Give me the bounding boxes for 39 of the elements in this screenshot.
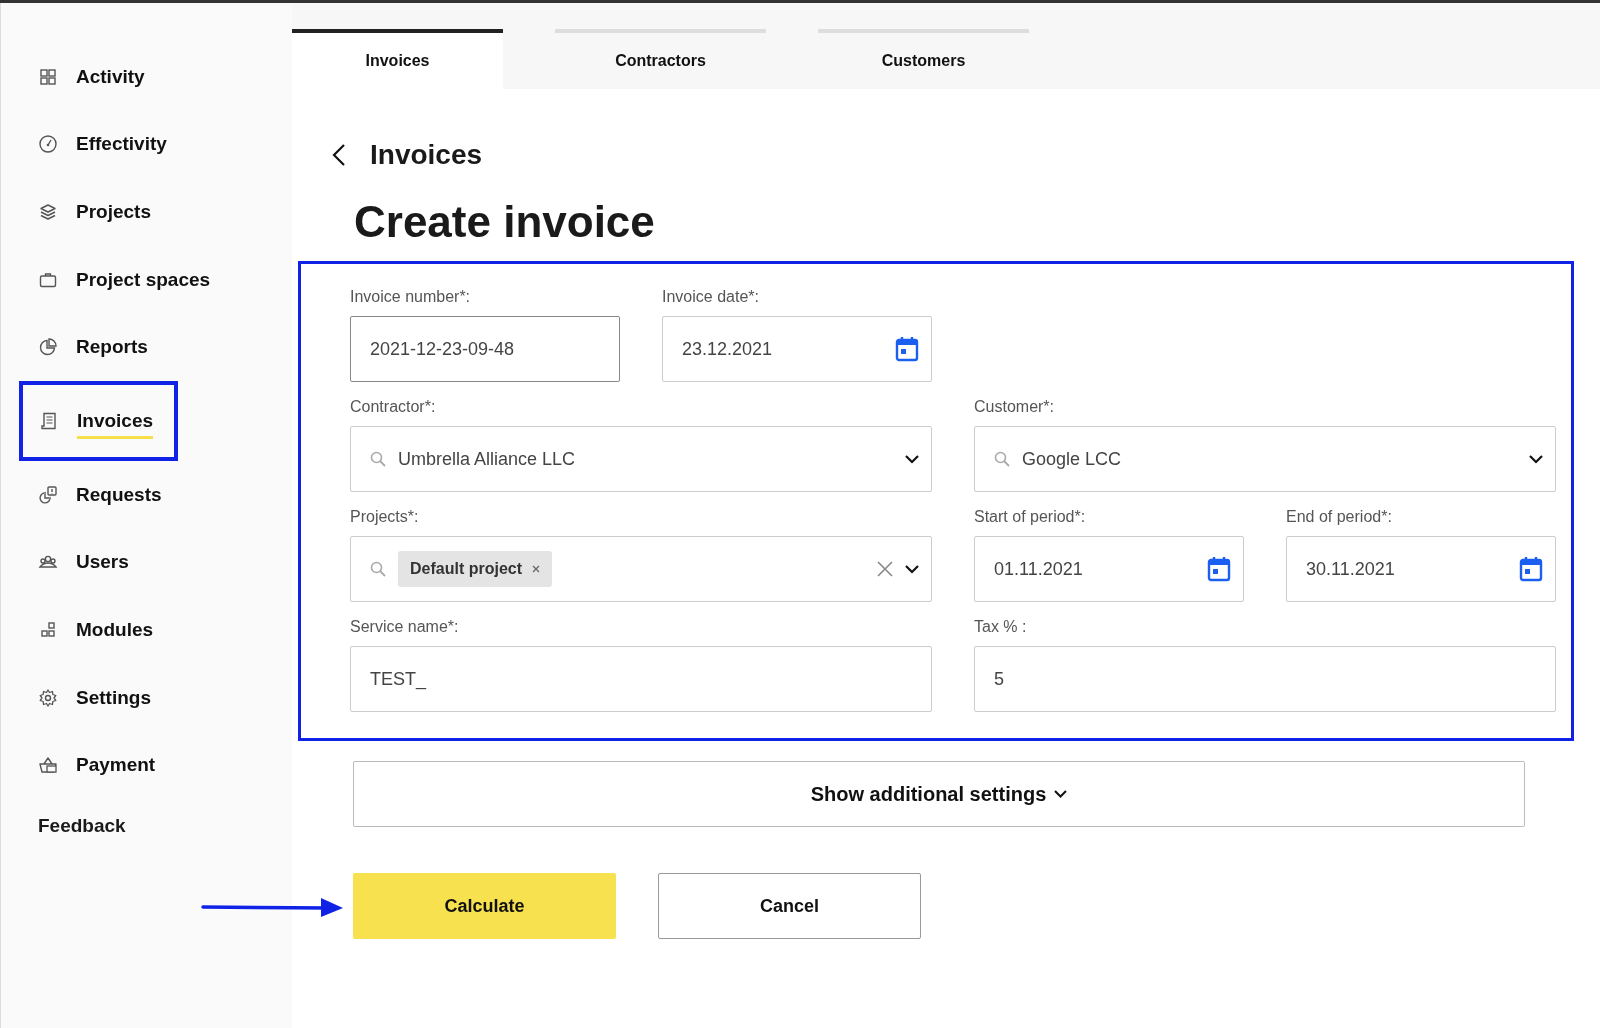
field-label: Service name*: [350,617,460,637]
breadcrumb-title: Invoices [370,139,483,171]
multiselect-field[interactable]: Default project [350,536,932,602]
text-field[interactable]: TEST_ [350,646,932,712]
additional-settings-button[interactable]: Show additional settings [353,761,1525,827]
date-field[interactable]: 01.11.2021 [974,536,1244,602]
field-label: Projects*: [350,507,420,527]
select-field[interactable]: Umbrella Alliance LLC [350,426,932,492]
field-label: Start of period*: [974,507,1087,527]
sidebar-item[interactable]: Modules [1,596,292,664]
feedback-link[interactable]: Feedback [38,804,292,847]
field-label: Invoice number*: [350,287,472,307]
date-field[interactable]: 30.11.2021 [1286,536,1556,602]
field-label: Invoice date*: [662,287,760,307]
tab[interactable]: Invoices [292,29,503,89]
field-label: Contractor*: [350,397,437,417]
sidebar-item[interactable]: Activity [1,43,292,111]
sidebar-item[interactable]: Settings [1,663,292,732]
sidebar-item[interactable]: Users [1,528,292,597]
text-field[interactable]: 5 [974,646,1556,712]
text-field[interactable]: 2021-12-23-09-48 [350,316,620,382]
sidebar-item[interactable]: Effectivity [1,110,292,179]
calculate-button[interactable]: Calculate [353,873,616,939]
field-label: End of period*: [1286,507,1393,527]
sidebar-item[interactable]: Invoices [23,402,154,439]
select-field[interactable]: Google LCC [974,426,1556,492]
tab[interactable]: Contractors [555,29,766,89]
sidebar-item[interactable]: Projects [1,178,292,246]
page-title: Create invoice [353,197,656,247]
cancel-button[interactable]: Cancel [658,873,921,939]
field-label: Customer*: [974,397,1056,417]
field-label: Tax % : [974,617,1028,637]
date-field[interactable]: 23.12.2021 [662,316,932,382]
sidebar-item[interactable]: Reports [1,313,292,381]
sidebar-item[interactable]: Payment [1,731,292,799]
project-tag: Default project [398,551,552,587]
sidebar-item[interactable]: Requests [1,460,292,529]
sidebar-item[interactable]: Project spaces [1,245,292,314]
tab[interactable]: Customers [818,29,1029,89]
